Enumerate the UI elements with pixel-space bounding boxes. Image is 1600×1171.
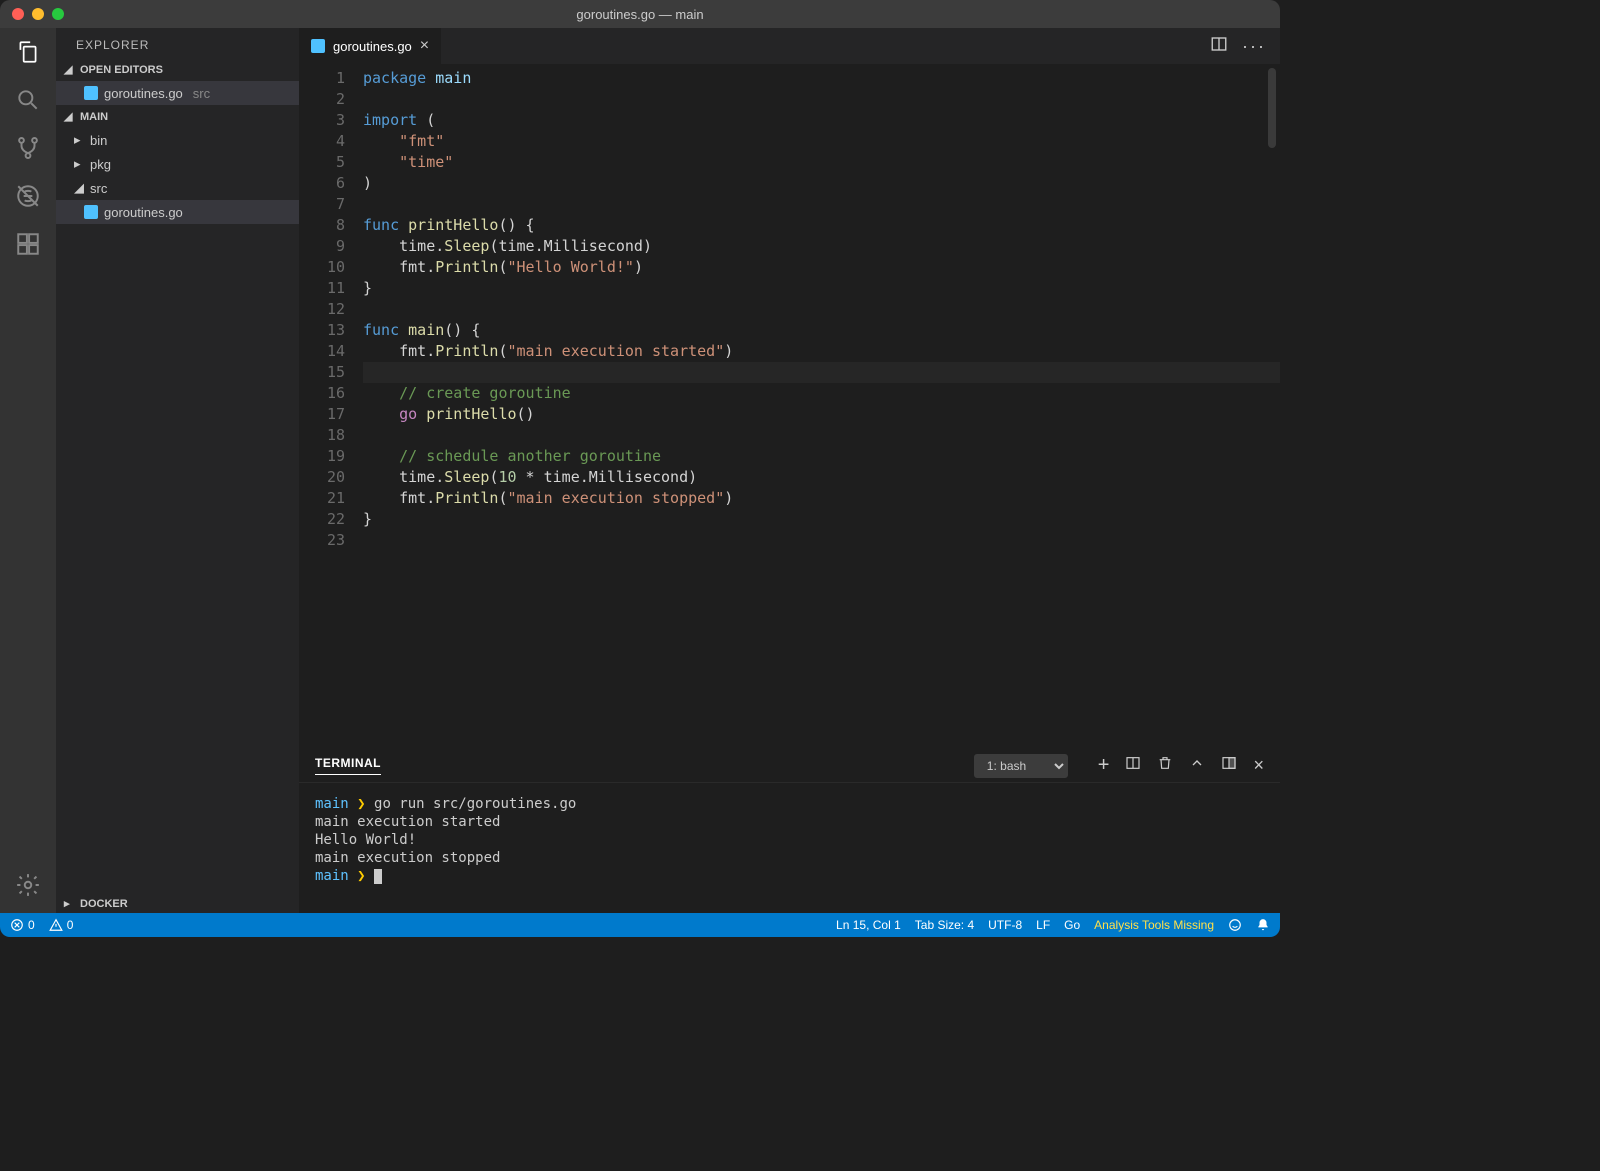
terminal-line: main execution stopped <box>315 849 1264 867</box>
code-line[interactable]: fmt.Println("main execution stopped") <box>363 488 1280 509</box>
terminal-line: main ❯ <box>315 867 1264 885</box>
open-editors-header[interactable]: ◢ OPEN EDITORS <box>56 60 299 79</box>
window-close-icon[interactable] <box>12 8 24 20</box>
file-goroutines[interactable]: goroutines.go <box>56 200 299 224</box>
open-editor-item[interactable]: goroutines.go src <box>56 81 299 105</box>
status-errors[interactable]: 0 <box>10 918 35 932</box>
folder-bin[interactable]: ▸ bin <box>56 128 299 152</box>
window-title: goroutines.go — main <box>0 7 1280 22</box>
folder-pkg[interactable]: ▸ pkg <box>56 152 299 176</box>
code-editor[interactable]: 1234567891011121314151617181920212223 pa… <box>299 64 1280 748</box>
editor-tabbar: goroutines.go × ··· <box>299 28 1280 64</box>
window-minimize-icon[interactable] <box>32 8 44 20</box>
code-line[interactable] <box>363 299 1280 320</box>
chevron-right-icon: ▸ <box>64 897 74 910</box>
code-line[interactable]: fmt.Println("main execution started") <box>363 341 1280 362</box>
terminal-line: Hello World! <box>315 831 1264 849</box>
code-line[interactable]: // create goroutine <box>363 383 1280 404</box>
close-icon[interactable]: × <box>420 37 429 55</box>
window-zoom-icon[interactable] <box>52 8 64 20</box>
status-cursor-pos[interactable]: Ln 15, Col 1 <box>836 918 901 932</box>
chevron-down-icon: ◢ <box>64 110 74 123</box>
code-line[interactable]: // schedule another goroutine <box>363 446 1280 467</box>
code-line[interactable]: ) <box>363 173 1280 194</box>
code-line[interactable]: fmt.Println("Hello World!") <box>363 257 1280 278</box>
sidebar-title: EXPLORER <box>56 28 299 60</box>
terminal-line: main ❯ go run src/goroutines.go <box>315 795 1264 813</box>
chevron-up-icon[interactable] <box>1189 755 1205 776</box>
maximize-panel-icon[interactable] <box>1221 755 1237 776</box>
code-line[interactable]: "time" <box>363 152 1280 173</box>
status-analysis-warning[interactable]: Analysis Tools Missing <box>1094 918 1214 932</box>
go-file-icon <box>84 86 98 100</box>
terminal-selector[interactable]: 1: bash <box>974 754 1068 778</box>
status-bar: 0 0 Ln 15, Col 1 Tab Size: 4 UTF-8 LF Go… <box>0 913 1280 937</box>
debug-icon[interactable] <box>14 182 42 210</box>
chevron-down-icon: ◢ <box>74 180 84 196</box>
terminal-output[interactable]: main ❯ go run src/goroutines.gomain exec… <box>299 783 1280 913</box>
editor-scrollbar[interactable] <box>1268 68 1276 148</box>
terminal-panel: TERMINAL 1: bash + <box>299 748 1280 913</box>
code-line[interactable] <box>363 425 1280 446</box>
code-line[interactable]: } <box>363 278 1280 299</box>
code-line[interactable]: "fmt" <box>363 131 1280 152</box>
search-icon[interactable] <box>14 86 42 114</box>
workspace-header[interactable]: ◢ MAIN <box>56 107 299 126</box>
code-line[interactable] <box>363 362 1280 383</box>
new-terminal-icon[interactable]: + <box>1098 754 1110 777</box>
status-encoding[interactable]: UTF-8 <box>988 918 1022 932</box>
split-editor-icon[interactable] <box>1210 35 1228 58</box>
chevron-down-icon: ◢ <box>64 63 74 76</box>
code-line[interactable] <box>363 530 1280 551</box>
code-line[interactable] <box>363 89 1280 110</box>
status-eol[interactable]: LF <box>1036 918 1050 932</box>
code-line[interactable]: go printHello() <box>363 404 1280 425</box>
more-actions-icon[interactable]: ··· <box>1242 36 1266 57</box>
chevron-right-icon: ▸ <box>74 132 84 148</box>
split-terminal-icon[interactable] <box>1125 755 1141 776</box>
explorer-sidebar: EXPLORER ◢ OPEN EDITORS goroutines.go sr… <box>56 28 299 913</box>
explorer-icon[interactable] <box>14 38 42 66</box>
docker-section-header[interactable]: ▸ DOCKER <box>56 894 299 913</box>
terminal-tab[interactable]: TERMINAL <box>315 756 381 775</box>
code-line[interactable]: import ( <box>363 110 1280 131</box>
folder-src[interactable]: ◢ src <box>56 176 299 200</box>
go-file-icon <box>311 39 325 53</box>
feedback-smiley-icon[interactable] <box>1228 918 1242 932</box>
status-warnings[interactable]: 0 <box>49 918 74 932</box>
code-line[interactable]: time.Sleep(time.Millisecond) <box>363 236 1280 257</box>
code-line[interactable]: package main <box>363 68 1280 89</box>
source-control-icon[interactable] <box>14 134 42 162</box>
close-panel-icon[interactable]: × <box>1253 755 1264 776</box>
code-line[interactable]: } <box>363 509 1280 530</box>
code-line[interactable]: func printHello() { <box>363 215 1280 236</box>
code-line[interactable] <box>363 194 1280 215</box>
go-file-icon <box>84 205 98 219</box>
status-language[interactable]: Go <box>1064 918 1080 932</box>
terminal-line: main execution started <box>315 813 1264 831</box>
tab-goroutines[interactable]: goroutines.go × <box>299 28 442 64</box>
kill-terminal-icon[interactable] <box>1157 755 1173 776</box>
extensions-icon[interactable] <box>14 230 42 258</box>
activity-bar <box>0 28 56 913</box>
code-line[interactable]: func main() { <box>363 320 1280 341</box>
titlebar[interactable]: goroutines.go — main <box>0 0 1280 28</box>
code-line[interactable]: time.Sleep(10 * time.Millisecond) <box>363 467 1280 488</box>
settings-gear-icon[interactable] <box>14 871 42 899</box>
notifications-bell-icon[interactable] <box>1256 918 1270 932</box>
chevron-right-icon: ▸ <box>74 156 84 172</box>
status-indent[interactable]: Tab Size: 4 <box>915 918 974 932</box>
